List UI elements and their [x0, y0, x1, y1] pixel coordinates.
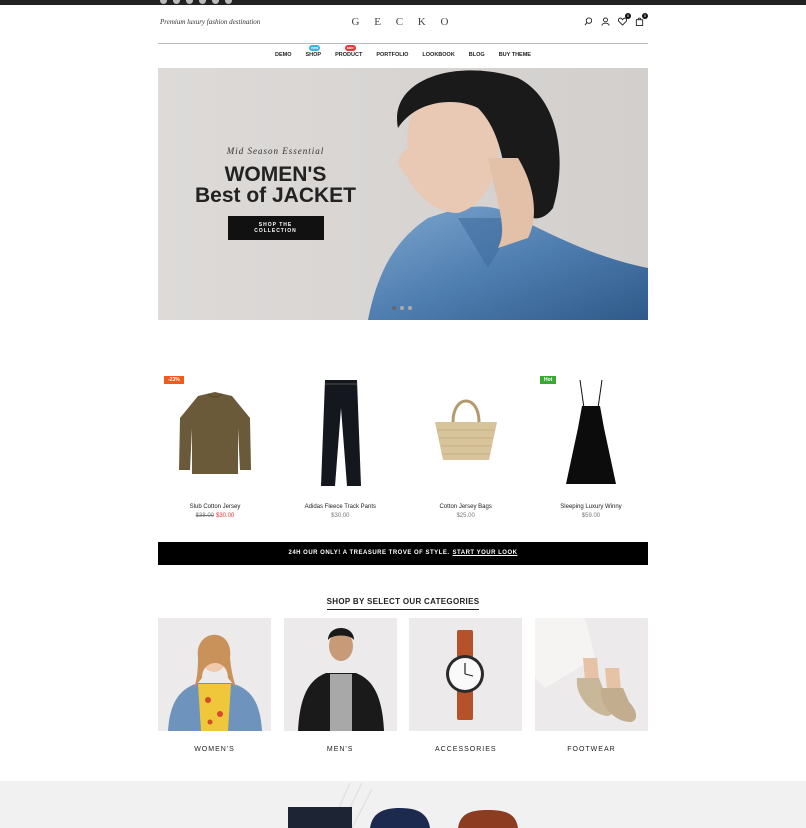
lookbook-preview-image	[288, 782, 518, 828]
product-name[interactable]: Sleeping Luxury Winny	[534, 504, 648, 510]
hero-title-line1: WOMEN'S	[224, 163, 327, 186]
nav-item-buy-theme[interactable]: BUY THEME	[499, 48, 531, 62]
track-pants-image	[321, 380, 362, 486]
nav-label: PRODUCT	[335, 52, 363, 58]
category-label[interactable]: WOMEN'S	[158, 746, 271, 753]
category-label[interactable]: FOOTWEAR	[535, 746, 648, 753]
lookbook-preview	[0, 781, 806, 828]
product-price: $30.00	[331, 513, 350, 519]
slider-dots	[392, 306, 412, 310]
top-bar	[0, 0, 806, 5]
search-icon[interactable]	[584, 17, 593, 26]
category-label[interactable]: ACCESSORIES	[409, 746, 522, 753]
sale-badge: sale	[344, 45, 356, 51]
categories-heading: SHOP BY SELECT OUR CATEGORIES	[158, 591, 648, 610]
category-card-accessories[interactable]: ACCESSORIES	[409, 618, 523, 753]
hero-caption: Mid Season Essential WOMEN'S Best of JAC…	[188, 146, 363, 240]
product-price: $25.00	[456, 513, 475, 519]
nav-item-shop[interactable]: new SHOP	[305, 45, 322, 62]
product-card[interactable]: -23% Slub Cotton Jersey $38.00 $30.00	[158, 368, 272, 519]
watch-image	[409, 618, 523, 731]
nav-item-blog[interactable]: BLOG	[469, 48, 485, 62]
category-image[interactable]	[283, 618, 397, 731]
nav-label: BUY THEME	[498, 52, 531, 58]
category-card-mens[interactable]: MEN'S	[283, 618, 397, 753]
product-name[interactable]: Adidas Fleece Track Pants	[283, 504, 397, 510]
hero-subtitle: Mid Season Essential	[226, 146, 325, 156]
footwear-image	[534, 618, 648, 731]
hero-slider: Mid Season Essential WOMEN'S Best of JAC…	[158, 68, 648, 320]
sweater-image	[179, 392, 251, 474]
category-image[interactable]	[409, 618, 523, 731]
product-image[interactable]	[409, 368, 523, 494]
new-badge: new	[309, 45, 321, 51]
shop-collection-button[interactable]: SHOP THE COLLECTION	[227, 216, 324, 240]
nav-label: DEMO	[275, 52, 292, 58]
category-card-womens[interactable]: WOMEN'S	[158, 618, 271, 753]
product-name[interactable]: Slub Cotton Jersey	[158, 504, 272, 510]
wishlist-heart-icon[interactable]: 0	[618, 13, 631, 26]
site-header: Premium luxury fashion destination G E C…	[158, 8, 648, 44]
cart-count: 0	[642, 13, 648, 19]
categories-title: SHOP BY SELECT OUR CATEGORIES	[326, 597, 480, 610]
nav-label: LOOKBOOK	[422, 52, 455, 58]
nav-item-product[interactable]: sale PRODUCT	[335, 45, 363, 62]
top-bar-indicators	[160, 0, 232, 4]
nav-label: SHOP	[305, 52, 322, 58]
nav-item-lookbook[interactable]: LOOKBOOK	[422, 48, 454, 62]
discount-tag: -23%	[164, 376, 184, 384]
category-label[interactable]: MEN'S	[284, 746, 397, 753]
category-image[interactable]	[534, 618, 648, 731]
cart-bag-icon[interactable]: 0	[635, 13, 648, 26]
category-card-footwear[interactable]: FOOTWEAR	[534, 618, 648, 753]
old-price: $38.00	[195, 513, 214, 519]
product-price: $59.00	[581, 513, 601, 519]
slip-dress-image	[565, 379, 616, 484]
nav-item-portfolio[interactable]: PORTFOLIO	[376, 48, 408, 62]
start-your-look-link[interactable]: START YOUR LOOK	[453, 550, 518, 556]
product-image[interactable]	[283, 368, 397, 494]
womens-category-image	[158, 618, 271, 731]
site-logo[interactable]: G E C K O	[158, 16, 648, 28]
nav-label: PORTFOLIO	[376, 52, 409, 58]
product-card[interactable]: Adidas Fleece Track Pants $30.00	[283, 368, 397, 519]
product-grid: -23% Slub Cotton Jersey $38.00 $30.00 Adi…	[158, 368, 648, 519]
mens-category-image	[283, 618, 397, 731]
header-icons: 0 0	[584, 13, 648, 26]
nav-item-demo[interactable]: DEMO	[275, 48, 292, 62]
straw-bag-image	[434, 399, 497, 460]
product-name[interactable]: Cotton Jersey Bags	[409, 504, 523, 510]
product-image[interactable]: -23%	[158, 368, 272, 494]
nav-label: BLOG	[468, 52, 485, 58]
category-image[interactable]	[158, 618, 271, 731]
promo-banner: 24H OUR ONLY! A TREASURE TROVE OF STYLE.…	[158, 542, 648, 565]
slider-dot[interactable]	[400, 306, 404, 310]
sale-price: $30.00	[216, 513, 235, 519]
main-nav: DEMO new SHOP sale PRODUCT PORTFOLIO LOOKB…	[158, 45, 648, 62]
product-price: $38.00 $30.00	[158, 513, 272, 519]
promo-text: 24H OUR ONLY! A TREASURE TROVE OF STYLE.	[288, 550, 450, 556]
slider-dot[interactable]	[392, 306, 396, 310]
user-icon[interactable]	[601, 17, 610, 26]
category-grid: WOMEN'S MEN'S ACCESSORIES FOOTWEAR	[158, 618, 648, 753]
hot-tag: Hot	[539, 376, 557, 384]
product-card[interactable]: Hot Sleeping Luxury Winny $59.00	[534, 368, 648, 519]
product-image[interactable]: Hot	[534, 368, 648, 494]
product-card[interactable]: Cotton Jersey Bags $25.00	[409, 368, 523, 519]
slider-dot[interactable]	[408, 306, 412, 310]
hero-title-line2: Best of JACKET	[194, 184, 357, 207]
wishlist-count: 0	[625, 13, 631, 19]
